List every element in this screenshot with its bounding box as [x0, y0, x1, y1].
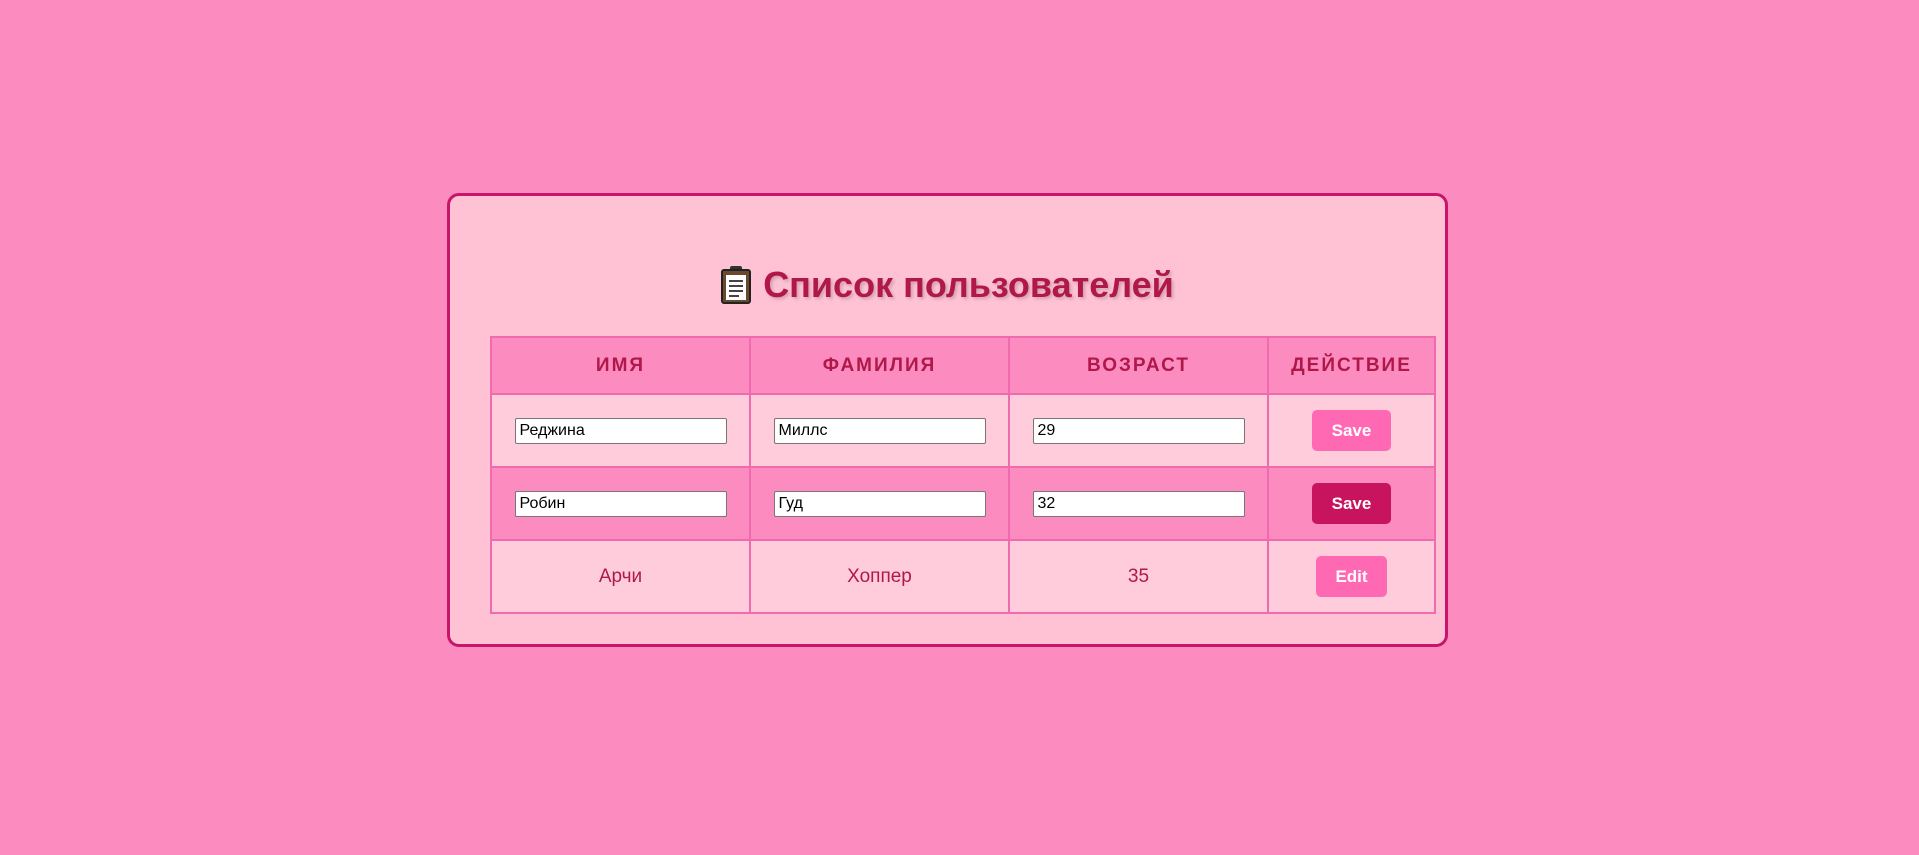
column-header-last-name: ФАМИЛИЯ: [749, 336, 1010, 395]
last-name-text: Хоппер: [847, 565, 912, 587]
age-input[interactable]: [1032, 417, 1245, 444]
age-input[interactable]: [1032, 490, 1245, 517]
table-header-row: ИМЯ ФАМИЛИЯ ВОЗРАСТ ДЕЙСТВИЕ: [490, 336, 1436, 395]
age-cell: 35: [1008, 539, 1269, 614]
last-name-cell: [749, 466, 1010, 541]
last-name-input[interactable]: [773, 490, 986, 517]
clipboard-icon: [721, 266, 752, 304]
action-cell: Save: [1267, 466, 1436, 541]
last-name-cell: [749, 393, 1010, 468]
save-button[interactable]: Save: [1312, 483, 1391, 524]
action-cell: Save: [1267, 393, 1436, 468]
page-title-text: Список пользователей: [763, 264, 1174, 305]
age-text: 35: [1127, 565, 1150, 587]
first-name-cell: [490, 466, 751, 541]
first-name-cell: [490, 393, 751, 468]
table-row: Save: [490, 393, 1436, 468]
age-cell: [1008, 466, 1269, 541]
column-header-age: ВОЗРАСТ: [1008, 336, 1269, 395]
first-name-text: Арчи: [598, 565, 643, 587]
users-table: ИМЯ ФАМИЛИЯ ВОЗРАСТ ДЕЙСТВИЕ Save: [490, 336, 1436, 614]
table-row: Save: [490, 466, 1436, 541]
users-card: Список пользователей ИМЯ ФАМИЛИЯ ВОЗРАСТ…: [447, 193, 1448, 647]
first-name-input[interactable]: [514, 490, 727, 517]
action-cell: Edit: [1267, 539, 1436, 614]
last-name-input[interactable]: [773, 417, 986, 444]
page-title: Список пользователей: [450, 263, 1445, 307]
table-row: Арчи Хоппер 35 Edit: [490, 539, 1436, 614]
save-button[interactable]: Save: [1312, 410, 1391, 451]
edit-button[interactable]: Edit: [1316, 556, 1387, 597]
last-name-cell: Хоппер: [749, 539, 1010, 614]
column-header-action: ДЕЙСТВИЕ: [1267, 336, 1436, 395]
first-name-input[interactable]: [514, 417, 727, 444]
first-name-cell: Арчи: [490, 539, 751, 614]
age-cell: [1008, 393, 1269, 468]
column-header-first-name: ИМЯ: [490, 336, 751, 395]
